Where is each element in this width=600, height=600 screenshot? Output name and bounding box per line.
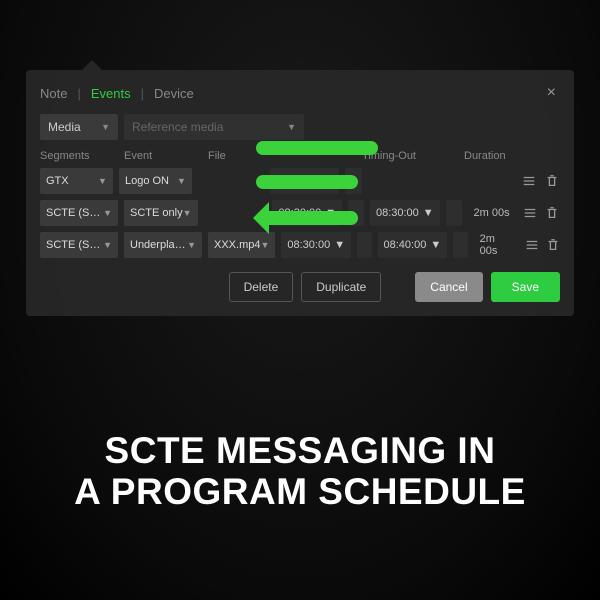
header-blank xyxy=(284,150,356,162)
chevron-down-icon: ▼ xyxy=(322,175,333,187)
duration-value: 2m 00s xyxy=(474,232,520,258)
table-row: SCTE (Spl...▼ SCTE only▼ 08:30:00▼ 08:30… xyxy=(40,200,560,226)
chevron-down-icon: ▼ xyxy=(177,176,186,186)
table-row: SCTE (Spl...▼ Underplay ...▼ XXX.mp4▼ 08… xyxy=(40,232,560,258)
chevron-down-icon: ▼ xyxy=(103,208,112,218)
chip[interactable] xyxy=(446,200,462,226)
chevron-down-icon: ▼ xyxy=(260,240,269,250)
chip[interactable] xyxy=(453,232,467,258)
chevron-down-icon: ▼ xyxy=(287,122,296,132)
caption: SCTE MESSAGING IN A PROGRAM SCHEDULE xyxy=(0,430,600,513)
column-headers: Segments Event File Timing-Out Duration xyxy=(40,150,560,162)
chip[interactable] xyxy=(357,232,371,258)
chevron-down-icon: ▼ xyxy=(98,176,107,186)
event-select[interactable]: Underplay ...▼ xyxy=(124,232,202,258)
segment-select[interactable]: GTX▼ xyxy=(40,168,113,194)
chip[interactable] xyxy=(348,200,364,226)
chevron-down-icon: ▼ xyxy=(103,240,112,250)
segment-select[interactable]: SCTE (Spl...▼ xyxy=(40,200,118,226)
media-type-select[interactable]: Media ▼ xyxy=(40,114,118,140)
delete-icon[interactable] xyxy=(544,200,560,226)
media-type-label: Media xyxy=(48,120,81,134)
chevron-down-icon: ▼ xyxy=(187,240,196,250)
chevron-down-icon: ▼ xyxy=(325,207,336,219)
file-cell xyxy=(198,168,264,194)
events-panel: Note | Events | Device × Media ▼ Referen… xyxy=(26,70,574,316)
segment-select[interactable]: SCTE (Spl...▼ xyxy=(40,232,118,258)
tab-bar: Note | Events | Device × xyxy=(40,84,560,102)
separator: | xyxy=(77,86,80,101)
event-select[interactable]: SCTE only▼ xyxy=(124,200,198,226)
header-duration: Duration xyxy=(464,150,518,162)
time-in-input[interactable]: 08:30:00▼ xyxy=(270,168,340,194)
delete-button[interactable]: Delete xyxy=(229,272,294,302)
settings-icon[interactable] xyxy=(525,232,539,258)
reference-media-placeholder: Reference media xyxy=(132,120,223,134)
header-segments: Segments xyxy=(40,150,118,162)
duration-value: 2m 00s xyxy=(468,200,517,226)
cancel-button[interactable]: Cancel xyxy=(415,272,482,302)
time-out-input[interactable]: 08:30:00▼ xyxy=(370,200,440,226)
delete-icon[interactable] xyxy=(546,232,560,258)
close-icon[interactable]: × xyxy=(543,84,560,102)
time-in-input[interactable]: 08:30:00▼ xyxy=(272,200,342,226)
time-out-cell xyxy=(368,168,435,194)
event-select[interactable]: Logo ON▼ xyxy=(119,168,192,194)
caption-line1: SCTE MESSAGING IN xyxy=(0,430,600,471)
chip[interactable] xyxy=(345,168,362,194)
time-in-input[interactable]: 08:30:00▼ xyxy=(281,232,351,258)
chevron-down-icon: ▼ xyxy=(430,239,441,251)
separator: | xyxy=(141,86,144,101)
chevron-down-icon: ▼ xyxy=(101,122,110,132)
tab-note[interactable]: Note xyxy=(40,86,67,101)
header-event: Event xyxy=(124,150,202,162)
button-row: Delete Duplicate Cancel Save xyxy=(40,272,560,302)
save-button[interactable]: Save xyxy=(491,272,560,302)
file-cell xyxy=(204,200,267,226)
table-row: GTX▼ Logo ON▼ 08:30:00▼ xyxy=(40,168,560,194)
chevron-down-icon: ▼ xyxy=(423,207,434,219)
chevron-down-icon: ▼ xyxy=(183,208,192,218)
header-file: File xyxy=(208,150,278,162)
delete-icon[interactable] xyxy=(543,168,560,194)
chevron-down-icon: ▼ xyxy=(334,239,345,251)
settings-icon[interactable] xyxy=(521,168,538,194)
file-select[interactable]: XXX.mp4▼ xyxy=(208,232,275,258)
tab-events[interactable]: Events xyxy=(91,86,131,101)
tab-device[interactable]: Device xyxy=(154,86,194,101)
duplicate-button[interactable]: Duplicate xyxy=(301,272,381,302)
duration-value xyxy=(464,168,515,194)
time-out-input[interactable]: 08:40:00▼ xyxy=(378,232,448,258)
settings-icon[interactable] xyxy=(522,200,538,226)
header-timing-out: Timing-Out xyxy=(362,150,434,162)
media-row: Media ▼ Reference media ▼ xyxy=(40,114,560,140)
reference-media-select[interactable]: Reference media ▼ xyxy=(124,114,304,140)
caption-line2: A PROGRAM SCHEDULE xyxy=(0,471,600,512)
